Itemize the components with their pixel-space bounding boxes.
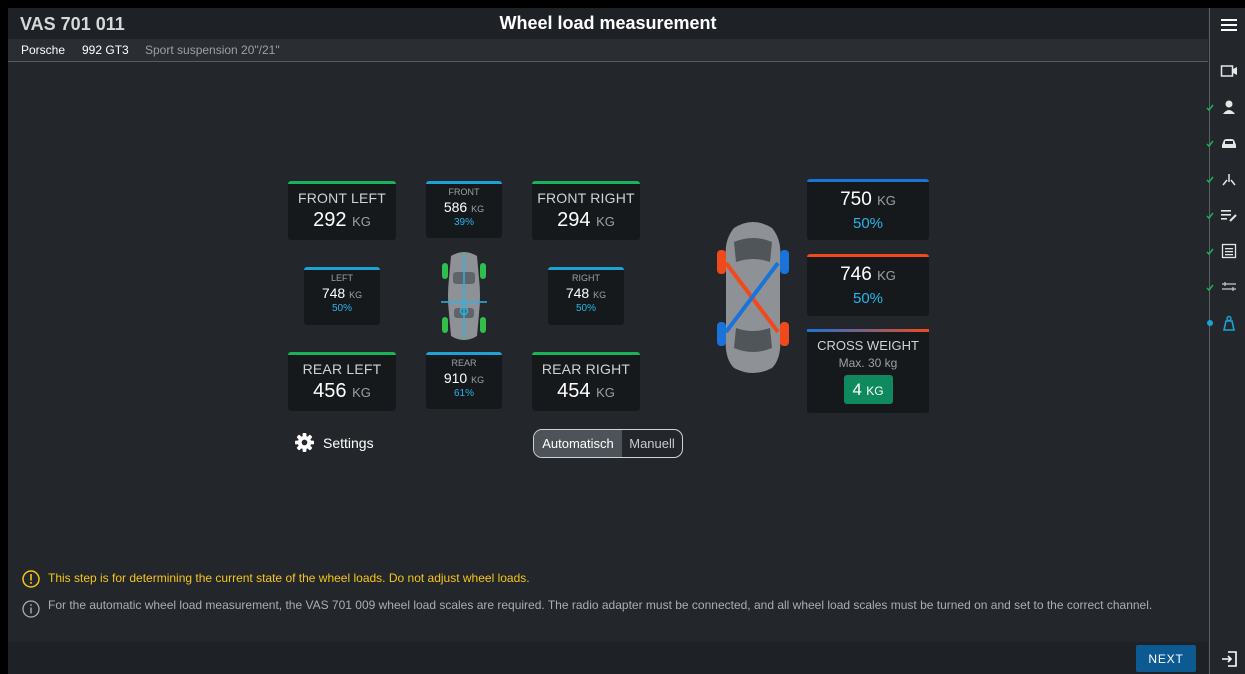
measurement-mode-toggle: Automatisch Manuell xyxy=(533,429,683,458)
vehicle-suspension: Sport suspension 20"/21" xyxy=(145,43,280,57)
front-axle-label: FRONT xyxy=(448,187,480,197)
front-axle-value: 586 xyxy=(443,199,468,215)
app-window: VAS 701 011 Wheel load measurement Porsc… xyxy=(8,8,1245,674)
cross-weight-max: Max. 30 kg xyxy=(838,356,898,370)
diagonal-blue-unit: KG xyxy=(877,193,896,208)
rear-right-unit: KG xyxy=(596,385,615,400)
gear-icon xyxy=(295,433,314,452)
rear-left-value: 456 xyxy=(313,380,347,402)
info-icon xyxy=(22,600,40,618)
car-icon[interactable] xyxy=(1220,134,1238,152)
diagonal-blue-value: 750 xyxy=(840,189,872,210)
vehicle-info-bar: Porsche 992 GT3 Sport suspension 20"/21" xyxy=(8,39,1208,62)
cross-weight-value: 4 xyxy=(852,380,862,399)
cross-weight-badge: 4 KG xyxy=(843,375,893,404)
rear-axle-value: 910 xyxy=(443,370,468,386)
cross-weight-unit: KG xyxy=(866,384,884,398)
wheel-front-left-marker xyxy=(442,263,448,279)
cross-weight-card: CROSS WEIGHT Max. 30 kg 4 KG xyxy=(807,329,929,413)
menu-icon[interactable] xyxy=(1220,16,1238,34)
front-left-card: FRONT LEFT 292 KG xyxy=(288,181,396,240)
rear-left-card: REAR LEFT 456 KG xyxy=(288,352,396,411)
info-text: For the automatic wheel load measurement… xyxy=(48,598,1153,612)
checkmark-icon xyxy=(1206,248,1214,256)
warning-icon xyxy=(22,570,40,588)
right-side-unit: KG xyxy=(593,290,607,300)
checkmark-icon xyxy=(1206,176,1214,184)
rear-axle-unit: KG xyxy=(471,375,485,385)
hoist-icon[interactable] xyxy=(1220,170,1238,188)
rear-left-label: REAR LEFT xyxy=(302,361,382,377)
wheel-rear-left-blue xyxy=(717,322,726,346)
rear-axle-card: REAR 910 KG 61% xyxy=(426,352,502,409)
left-side-card: LEFT 748 KG 50% xyxy=(304,267,380,325)
vehicle-model: 992 GT3 xyxy=(82,43,129,57)
warning-text: This step is for determining the current… xyxy=(48,571,530,585)
diagonal-red-card: 746 KG 50% xyxy=(807,254,929,316)
front-right-value: 294 xyxy=(557,209,591,231)
front-right-card: FRONT RIGHT 294 KG xyxy=(532,181,640,240)
active-step-indicator xyxy=(1207,320,1213,326)
camera-icon[interactable] xyxy=(1220,62,1238,80)
rear-left-unit: KG xyxy=(352,385,371,400)
checkmark-icon xyxy=(1206,104,1214,112)
cross-weight-label: CROSS WEIGHT xyxy=(817,338,919,353)
wheel-front-right-blue xyxy=(780,250,789,274)
page-title: Wheel load measurement xyxy=(499,13,717,33)
wheel-front-right-marker xyxy=(480,263,486,279)
front-left-unit: KG xyxy=(352,214,371,229)
front-right-unit: KG xyxy=(596,214,615,229)
right-side-value: 748 xyxy=(565,285,590,301)
checkmark-icon xyxy=(1206,212,1214,220)
vehicle-brand: Porsche xyxy=(21,43,66,57)
rear-right-label: REAR RIGHT xyxy=(541,361,631,377)
front-axle-percent: 39% xyxy=(453,217,474,228)
footer-bar: NEXT xyxy=(8,642,1208,674)
front-left-label: FRONT LEFT xyxy=(297,190,387,206)
weight-icon[interactable] xyxy=(1220,314,1238,332)
diagonal-red-percent: 50% xyxy=(852,290,884,307)
right-side-card: RIGHT 748 KG 50% xyxy=(548,267,624,325)
right-side-label: RIGHT xyxy=(572,273,600,283)
edit-list-icon[interactable] xyxy=(1220,206,1238,224)
settings-label: Settings xyxy=(323,435,374,451)
rear-axle-label: REAR xyxy=(451,358,477,368)
rear-right-card: REAR RIGHT 454 KG xyxy=(532,352,640,411)
checkmark-icon xyxy=(1206,140,1214,148)
diagonal-blue-percent: 50% xyxy=(852,215,884,232)
front-left-value: 292 xyxy=(313,209,347,231)
car-rear-window-large xyxy=(734,328,772,352)
mode-automatic-option[interactable]: Automatisch xyxy=(534,430,622,457)
left-side-value: 748 xyxy=(321,285,346,301)
diagonal-red-unit: KG xyxy=(877,268,896,283)
right-sidebar xyxy=(1206,8,1245,674)
person-icon[interactable] xyxy=(1220,98,1238,116)
exit-icon[interactable] xyxy=(1220,650,1238,668)
left-side-unit: KG xyxy=(349,290,363,300)
wheel-rear-right-marker xyxy=(480,317,486,333)
car-top-view-diagram xyxy=(441,252,487,340)
title-bar: VAS 701 011 Wheel load measurement xyxy=(8,8,1208,39)
next-button[interactable]: NEXT xyxy=(1136,645,1196,672)
wheel-rear-left-marker xyxy=(442,317,448,333)
front-axle-card: FRONT 586 KG 39% xyxy=(426,181,502,238)
left-side-label: LEFT xyxy=(330,273,353,283)
left-side-percent: 50% xyxy=(331,303,352,314)
checklist-icon[interactable] xyxy=(1220,242,1238,260)
alignment-icon[interactable] xyxy=(1220,278,1238,296)
right-side-percent: 50% xyxy=(575,303,596,314)
diagonal-red-value: 746 xyxy=(840,264,872,285)
diagonal-blue-card: 750 KG 50% xyxy=(807,179,929,240)
mode-manual-option[interactable]: Manuell xyxy=(622,430,682,457)
car-windshield-large xyxy=(734,238,772,262)
wheel-rear-right-red xyxy=(780,322,789,346)
rear-axle-percent: 61% xyxy=(453,388,474,399)
wheel-front-left-red xyxy=(717,250,726,274)
car-cross-diagram xyxy=(717,222,789,373)
front-axle-unit: KG xyxy=(471,204,485,214)
rear-right-value: 454 xyxy=(557,380,591,402)
front-right-label: FRONT RIGHT xyxy=(537,190,635,206)
checkmark-icon xyxy=(1206,284,1214,292)
